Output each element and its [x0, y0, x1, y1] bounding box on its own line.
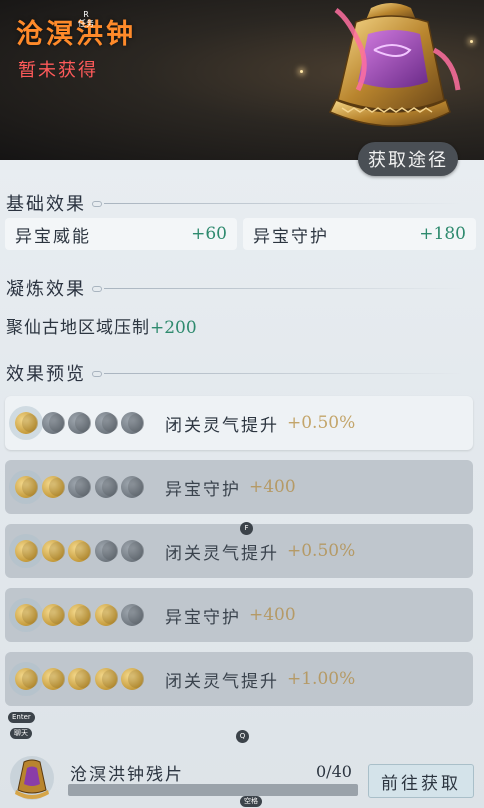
item-banner: 沧溟洪钟 R 任务 暂未获得 — [0, 0, 484, 160]
moon-star-filled-icon — [41, 476, 64, 498]
refine-effect-line: 聚仙古地区域压制+200 — [6, 313, 197, 338]
moon-star-filled-icon — [94, 604, 117, 626]
stat-label: 异宝威能 — [15, 226, 91, 247]
moon-star-empty-icon — [121, 604, 143, 626]
moon-star-filled-icon — [15, 668, 37, 690]
star-level-indicator — [15, 476, 157, 498]
sparkle — [300, 70, 303, 73]
moon-star-filled-icon — [41, 540, 64, 562]
get-route-button[interactable]: 获取途径 — [358, 142, 458, 176]
moon-star-empty-icon — [121, 476, 143, 498]
bell-artifact-icon — [328, 3, 461, 127]
preview-effect-bonus: +0.50% — [287, 413, 356, 433]
hotkey-space-badge[interactable]: 空格 — [240, 796, 262, 807]
moon-star-empty-icon — [121, 412, 143, 434]
fragment-name: 沧溟洪钟残片 — [70, 765, 184, 785]
preview-row: 闭关灵气提升 +0.50% — [5, 524, 473, 578]
moon-star-filled-icon — [41, 604, 64, 626]
moon-star-filled-icon — [15, 540, 37, 562]
star-level-indicator — [15, 668, 157, 690]
hotkey-r-label: 任务 — [78, 19, 94, 28]
acquire-status: 暂未获得 — [18, 60, 98, 81]
preview-effect-name: 闭关灵气提升 — [165, 543, 279, 564]
preview-row: 异宝守护 +400 — [5, 588, 473, 642]
moon-star-empty-icon — [94, 476, 117, 498]
moon-star-empty-icon — [121, 540, 143, 562]
heading-divider — [92, 198, 472, 208]
heading-divider — [92, 283, 472, 293]
bell-fragment-icon — [10, 756, 54, 800]
moon-star-filled-icon — [41, 668, 64, 690]
sparkle — [470, 40, 473, 43]
preview-title: 效果预览 — [6, 364, 86, 385]
hotkey-chat-badge[interactable]: 聊天 — [10, 728, 32, 739]
star-level-indicator — [15, 604, 157, 626]
moon-star-filled-icon — [68, 540, 90, 562]
star-level-indicator — [15, 412, 157, 434]
hotkey-r-key: R — [83, 10, 89, 19]
preview-effect-bonus: +400 — [249, 477, 296, 497]
go-obtain-button[interactable]: 前往获取 — [368, 764, 474, 798]
preview-effect-bonus: +400 — [249, 605, 296, 625]
moon-star-empty-icon — [41, 412, 64, 434]
fragment-progress-bar — [68, 784, 358, 796]
moon-star-filled-icon — [68, 668, 90, 690]
hotkey-q-badge[interactable]: Q — [236, 730, 249, 743]
heading-divider — [92, 368, 472, 378]
fragment-count: 0/40 — [316, 762, 352, 781]
moon-star-filled-icon — [121, 668, 143, 690]
item-title: 沧溟洪钟 — [16, 19, 136, 50]
stat-box-guard: 异宝守护 +180 — [243, 218, 476, 250]
preview-effect-name: 异宝守护 — [165, 479, 241, 500]
refine-effect-value: +200 — [150, 318, 197, 338]
preview-heading: 效果预览 — [6, 360, 472, 386]
preview-effect-name: 闭关灵气提升 — [165, 671, 279, 692]
stat-label: 异宝守护 — [253, 226, 329, 247]
basic-effects-title: 基础效果 — [6, 194, 86, 215]
preview-effect-name: 异宝守护 — [165, 607, 241, 628]
moon-star-filled-icon — [68, 604, 90, 626]
moon-star-empty-icon — [68, 476, 90, 498]
basic-effects-heading: 基础效果 — [6, 190, 472, 216]
preview-effect-bonus: +1.00% — [287, 669, 356, 689]
moon-star-empty-icon — [68, 412, 90, 434]
preview-effect-bonus: +0.50% — [287, 541, 356, 561]
moon-star-filled-icon — [15, 412, 37, 434]
stat-value: +180 — [419, 224, 466, 244]
hotkey-enter-badge[interactable]: Enter — [8, 712, 35, 723]
refine-effect-text: 聚仙古地区域压制 — [6, 318, 150, 338]
preview-effect-name: 闭关灵气提升 — [165, 415, 279, 436]
moon-star-filled-icon — [15, 604, 37, 626]
preview-row: 闭关灵气提升 +0.50% — [5, 396, 473, 450]
refine-effects-heading: 凝炼效果 — [6, 275, 472, 301]
hotkey-r-badge[interactable]: R 任务 — [78, 10, 94, 28]
star-level-indicator — [15, 540, 157, 562]
stat-value: +60 — [191, 224, 227, 244]
preview-row: 异宝守护 +400 — [5, 460, 473, 514]
moon-star-empty-icon — [94, 412, 117, 434]
moon-star-filled-icon — [94, 668, 117, 690]
moon-star-empty-icon — [94, 540, 117, 562]
hotkey-f-badge[interactable]: F — [240, 522, 253, 535]
stat-box-power: 异宝威能 +60 — [5, 218, 237, 250]
moon-star-filled-icon — [15, 476, 37, 498]
refine-effects-title: 凝炼效果 — [6, 279, 86, 300]
preview-row: 闭关灵气提升 +1.00% — [5, 652, 473, 706]
